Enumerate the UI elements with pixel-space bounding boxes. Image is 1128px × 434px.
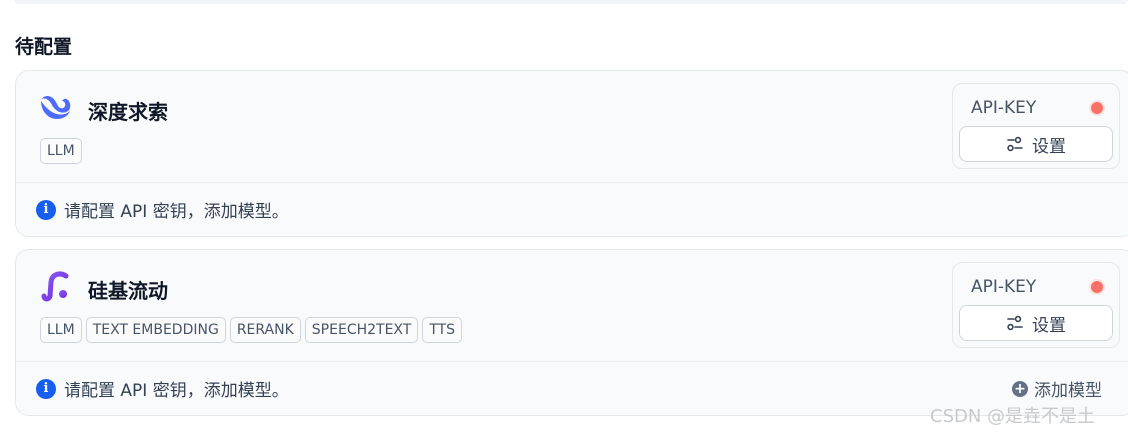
apikey-label: API-KEY — [971, 277, 1037, 297]
add-model-button[interactable]: + 添加模型 — [1012, 376, 1102, 401]
section-title: 待配置 — [15, 36, 73, 58]
provider-name: 硅基流动 — [88, 279, 168, 303]
tag-rerank: RERANK — [229, 317, 301, 343]
settings-label: 设置 — [1032, 315, 1066, 336]
settings-button[interactable]: 设置 — [959, 305, 1113, 341]
info-text: 请配置 API 密钥，添加模型。 — [64, 202, 289, 222]
info-message: i 请配置 API 密钥，添加模型。 — [36, 197, 289, 222]
info-icon: i — [36, 199, 56, 220]
tag-llm: LLM — [40, 317, 82, 343]
apikey-status-dot — [1091, 281, 1103, 293]
apikey-label: API-KEY — [971, 98, 1037, 118]
provider-card-deepseek: 深度求索 LLM API-KEY 设置 i 请配置 API 密钥，添加模型。 — [15, 70, 1128, 237]
info-message: i 请配置 API 密钥，添加模型。 — [36, 376, 289, 401]
settings-button[interactable]: 设置 — [959, 126, 1113, 162]
plus-circle-icon: + — [1012, 380, 1028, 397]
tag-tts: TTS — [422, 317, 463, 343]
model-type-tags: LLM — [40, 138, 82, 164]
model-type-tags: LLM TEXT EMBEDDING RERANK SPEECH2TEXT TT… — [40, 317, 463, 343]
settings-label: 设置 — [1032, 136, 1066, 157]
tag-llm: LLM — [40, 138, 82, 164]
apikey-status-dot — [1091, 102, 1103, 114]
provider-card-siliconflow: 硅基流动 LLM TEXT EMBEDDING RERANK SPEECH2TE… — [15, 249, 1128, 416]
tag-text-embedding: TEXT EMBEDDING — [85, 317, 226, 343]
apikey-panel: API-KEY 设置 — [952, 262, 1120, 348]
info-text: 请配置 API 密钥，添加模型。 — [64, 381, 289, 401]
info-icon: i — [36, 378, 56, 399]
watermark: CSDN @是垚不是土 — [930, 406, 1096, 427]
deepseek-whale-icon — [41, 96, 71, 119]
siliconflow-icon — [41, 271, 69, 302]
provider-name: 深度求索 — [88, 100, 168, 124]
add-model-label: 添加模型 — [1034, 381, 1102, 401]
sliders-icon — [1007, 136, 1023, 152]
apikey-panel: API-KEY 设置 — [952, 83, 1120, 169]
previous-section-edge — [14, 0, 1128, 4]
tag-speech2text: SPEECH2TEXT — [304, 317, 419, 343]
card-footer: i 请配置 API 密钥，添加模型。 — [16, 182, 1128, 236]
sliders-icon — [1007, 315, 1023, 331]
